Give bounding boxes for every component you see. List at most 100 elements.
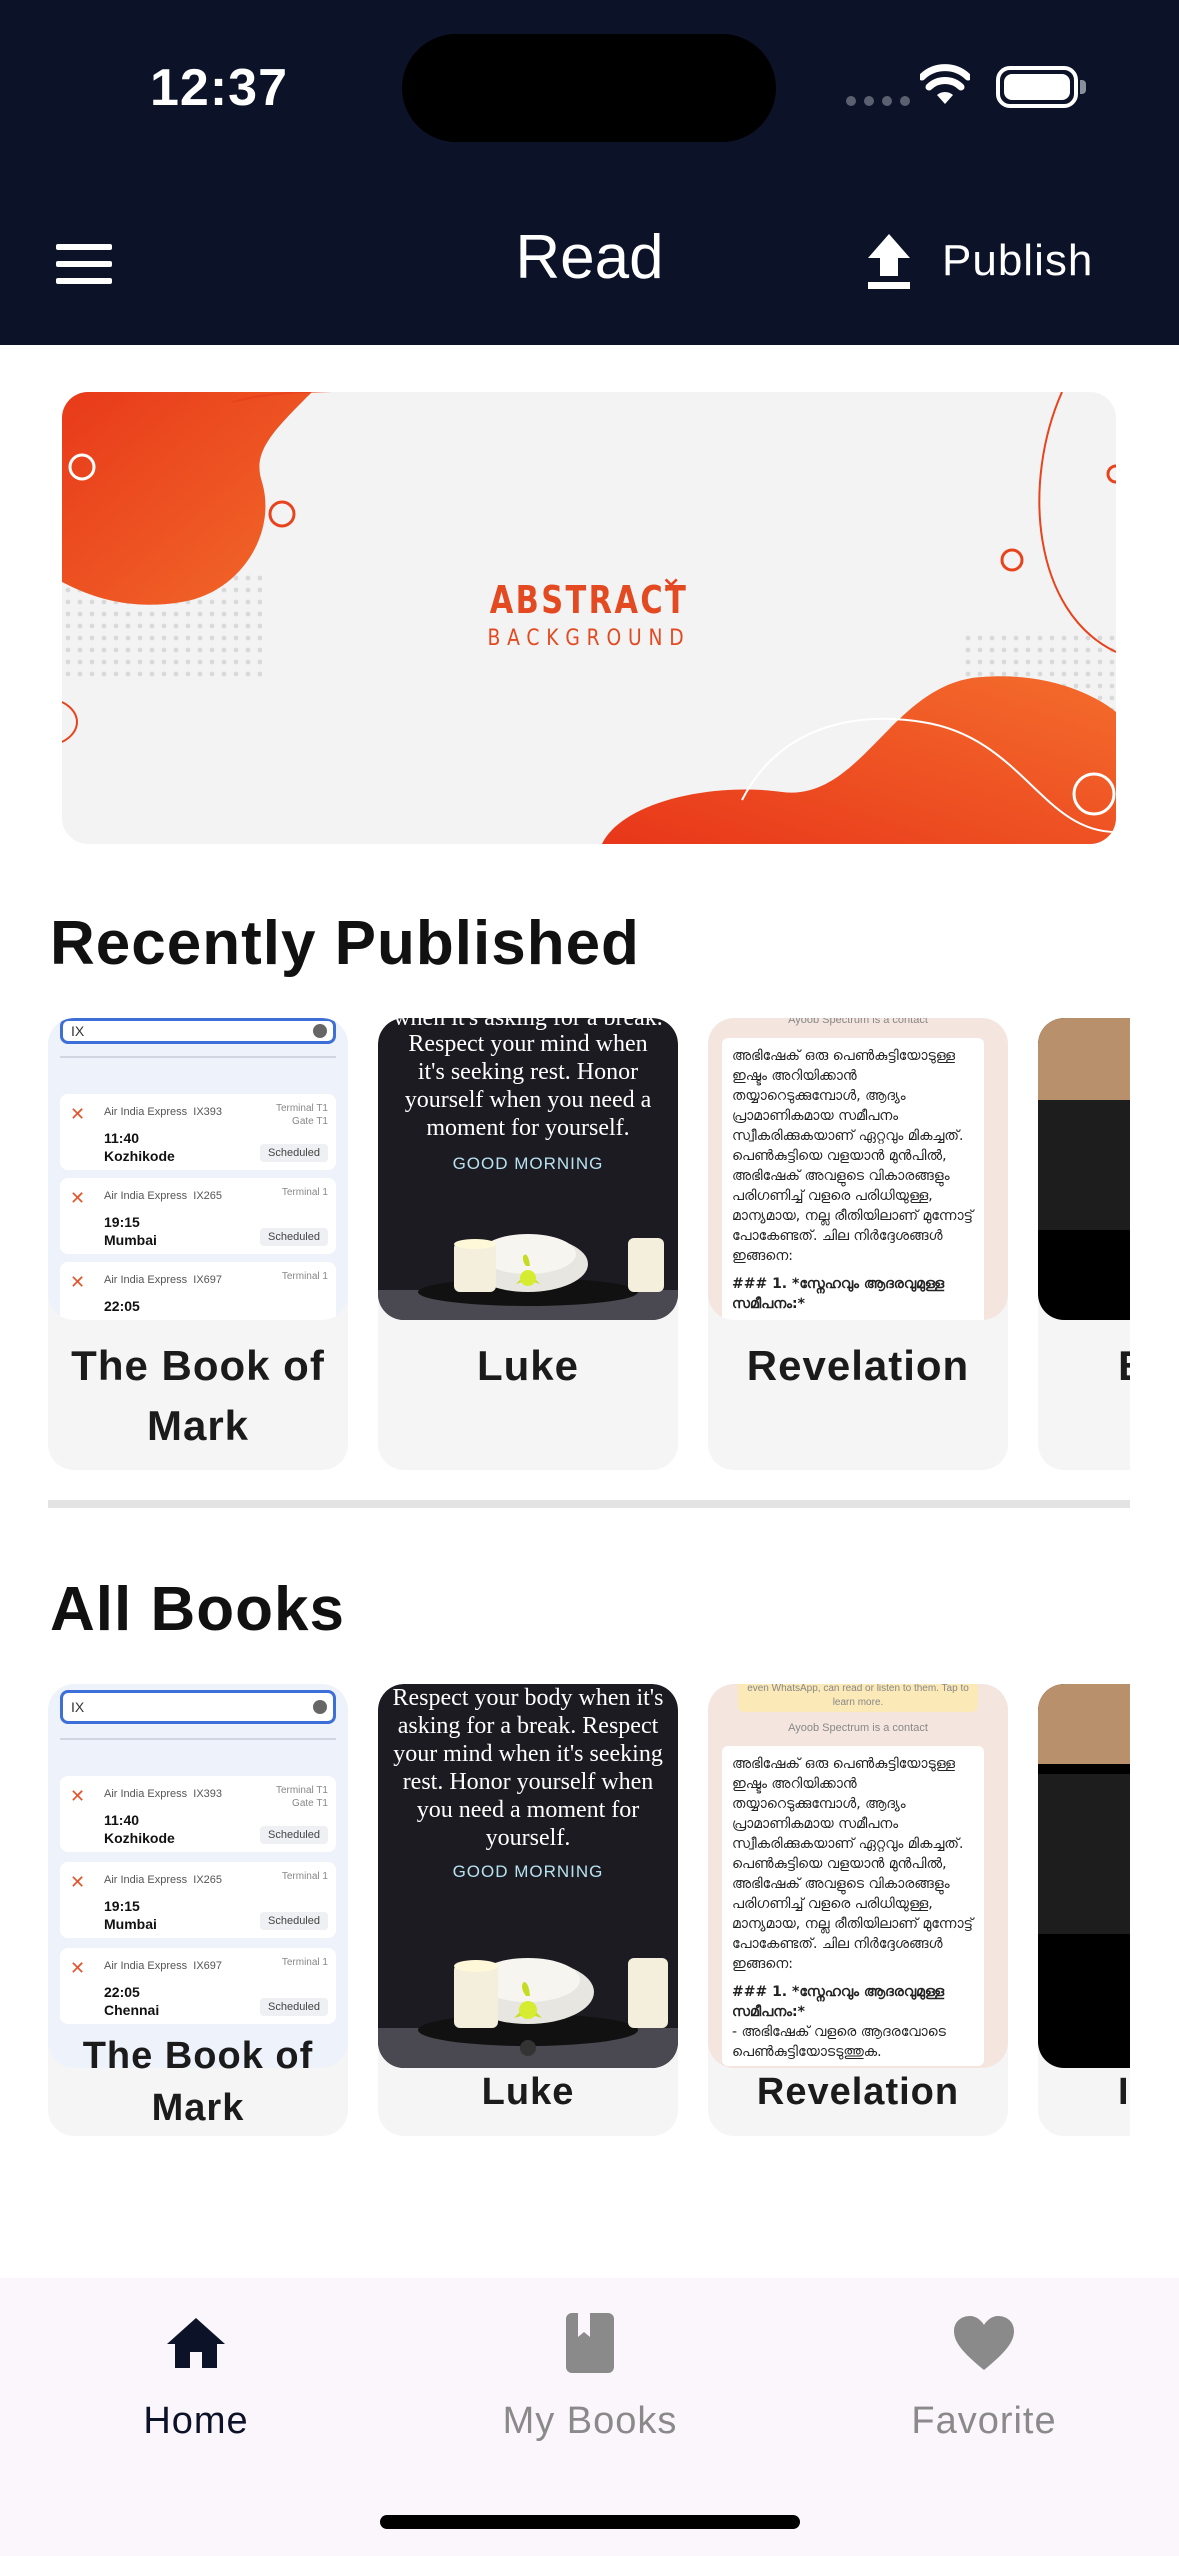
cover-city: Kozhikode [104,1148,175,1164]
cover-status: Scheduled [260,1998,328,2016]
cover-video-frame [1038,1100,1130,1230]
cover-flight-item: ✕ Air India Express IX265 Terminal 1 19:… [60,1178,336,1254]
book-title: Revelation [746,1342,970,1389]
cover-terminal: Terminal 1 [281,1187,328,1198]
home-icon [167,2318,225,2368]
cover-message: അഭിഷേക് ഒരു പെൺകുട്ടിയോടുള്ള ഇഷ്ടം അറിയി… [722,1746,984,2066]
book-card[interactable]: E [1038,1018,1130,1470]
section-title-all-books: All Books [50,1575,345,1644]
cover-flight-item: ✕ Air India Express IX265 Terminal 1 19:… [60,1862,336,1938]
book-title: Revelation [756,2071,960,2113]
cover-terminal: Terminal 1 [281,1957,328,1968]
book-cover: IX ✕ Air India Express IX393 Terminal T1… [48,1684,348,2068]
all-books-row[interactable]: IX ✕ Air India Express IX393 Terminal T1… [48,1684,1130,2136]
cover-video-frame [1038,1684,1130,1764]
cover-flight-item: ✕ Air India Express IX697 Terminal 1 22:… [60,1262,336,1320]
airline-logo-icon: ✕ [70,1272,86,1292]
book-card[interactable]: when it's asking for a break. Respect yo… [378,1018,678,1470]
book-card[interactable]: Ayoob Spectrum is a contact അഭിഷേക് ഒരു … [708,1018,1008,1470]
book-title: Luke [476,1342,580,1389]
cover-search-text: IX [71,1023,85,1039]
cover-header: Ayoob Spectrum is a contact [788,1722,928,1734]
dynamic-island [402,34,776,142]
cover-airline: Air India Express IX393 [104,1788,223,1800]
upload-icon [868,234,910,289]
cover-time: 11:40 [104,1130,140,1146]
cover-header: Ayoob Spectrum is a contact [788,1018,928,1026]
nav-label-home: Home [143,2400,249,2442]
cover-city: Chennai [104,2002,160,2018]
home-indicator[interactable] [380,2515,800,2529]
book-cover: when it's asking for a break. Respect yo… [378,1018,678,1320]
cover-time: 11:40 [104,1812,140,1828]
cover-divider [60,1056,336,1058]
nav-label-my-books: My Books [502,2400,678,2442]
cover-terminal: Terminal 1 [281,1271,328,1282]
nav-item-my-books[interactable]: My Books [440,2308,740,2443]
heart-icon [954,2316,1014,2370]
nav-item-home[interactable]: Home [46,2308,346,2443]
cover-terminal: Terminal 1 [281,1871,328,1882]
wifi-icon [920,64,970,104]
book-card[interactable]: even WhatsApp, can read or listen to the… [708,1684,1008,2136]
book-cover: Ayoob Spectrum is a contact അഭിഷേക് ഒരു … [708,1018,1008,1320]
publish-button[interactable]: Publish [866,232,1093,290]
cover-text: Respect your mind when it's seeking rest… [404,1031,652,1141]
cover-airline: Air India Express IX697 [104,1960,223,1972]
cover-message: അഭിഷേക് ഒരു പെൺകുട്ടിയോടുള്ള ഇഷ്ടം അറിയി… [722,1038,984,1320]
nav-item-favorite[interactable]: Favorite [834,2308,1134,2443]
app-header: 12:37 Read Publish [0,0,1179,345]
cover-terminal: Terminal T1 Gate T1 [275,1785,328,1809]
battery-icon [996,66,1086,108]
cover-video-frame [1038,1774,1130,1934]
cover-search-field: IX [60,1018,336,1044]
cover-city: Mumbai [104,1232,157,1248]
recently-published-row[interactable]: IX ✕ Air India Express IX393 Terminal T1… [48,1018,1130,1470]
banner-title: ABSTRACT [489,578,689,622]
cover-time: 22:05 [104,1984,140,2000]
book-icon [566,2313,614,2373]
cover-status: Scheduled [260,1912,328,1930]
book-title: E [1038,1336,1130,1396]
book-title: The Book of Mark [82,2035,314,2129]
book-cover: Respect your body when it's asking for a… [378,1684,678,2068]
book-card[interactable]: IX ✕ Air India Express IX393 Terminal T1… [48,1684,348,2136]
cover-airline: Air India Express IX265 [104,1190,223,1202]
cover-text: Respect your body when it's asking for a… [392,1685,664,1851]
book-cover [1038,1018,1130,1320]
cover-notice: even WhatsApp, can read or listen to the… [738,1684,978,1712]
cover-time: 19:15 [104,1898,140,1914]
book-card[interactable]: IX ✕ Air India Express IX393 Terminal T1… [48,1018,348,1470]
candles-image [378,1958,678,2068]
cover-divider [60,1738,336,1740]
cover-status: Scheduled [260,1228,328,1246]
book-card[interactable]: I [1038,1684,1130,2136]
banner-text: ABSTRACT BACKGROUND [62,578,1116,651]
cover-status: Scheduled [260,1144,328,1162]
cover-video-frame [1038,1018,1130,1100]
cover-city: Kozhikode [104,1830,175,1846]
cover-search-field: IX [60,1690,336,1724]
cover-flight-item: ✕ Air India Express IX697 Terminal 1 22:… [60,1948,336,2024]
cover-search-text: IX [71,1699,85,1715]
candles-image [378,1234,678,1320]
cover-time: 19:15 [104,1214,140,1230]
airline-logo-icon: ✕ [70,1872,86,1892]
banner-subtitle: BACKGROUND [487,626,691,651]
section-title-recently-published: Recently Published [50,909,640,978]
book-cover [1038,1684,1130,2068]
featured-banner[interactable]: × ABSTRACT BACKGROUND [62,392,1116,844]
nav-label-favorite: Favorite [911,2400,1057,2442]
cover-airline: Air India Express IX697 [104,1274,223,1286]
app-screen: 12:37 Read Publish × ABSTRACT BACKGROUND… [0,0,1179,2556]
cover-airline: Air India Express IX265 [104,1874,223,1886]
airline-logo-icon: ✕ [70,1188,86,1208]
cover-airline: Air India Express IX393 [104,1106,223,1118]
airline-logo-icon: ✕ [70,1958,86,1978]
airline-logo-icon: ✕ [70,1786,86,1806]
book-card[interactable]: Respect your body when it's asking for a… [378,1684,678,2136]
cover-greeting: GOOD MORNING [452,1154,604,1173]
status-time: 12:37 [150,59,288,117]
book-cover: even WhatsApp, can read or listen to the… [708,1684,1008,2068]
cover-terminal: Terminal T1 Gate T1 [275,1103,328,1127]
